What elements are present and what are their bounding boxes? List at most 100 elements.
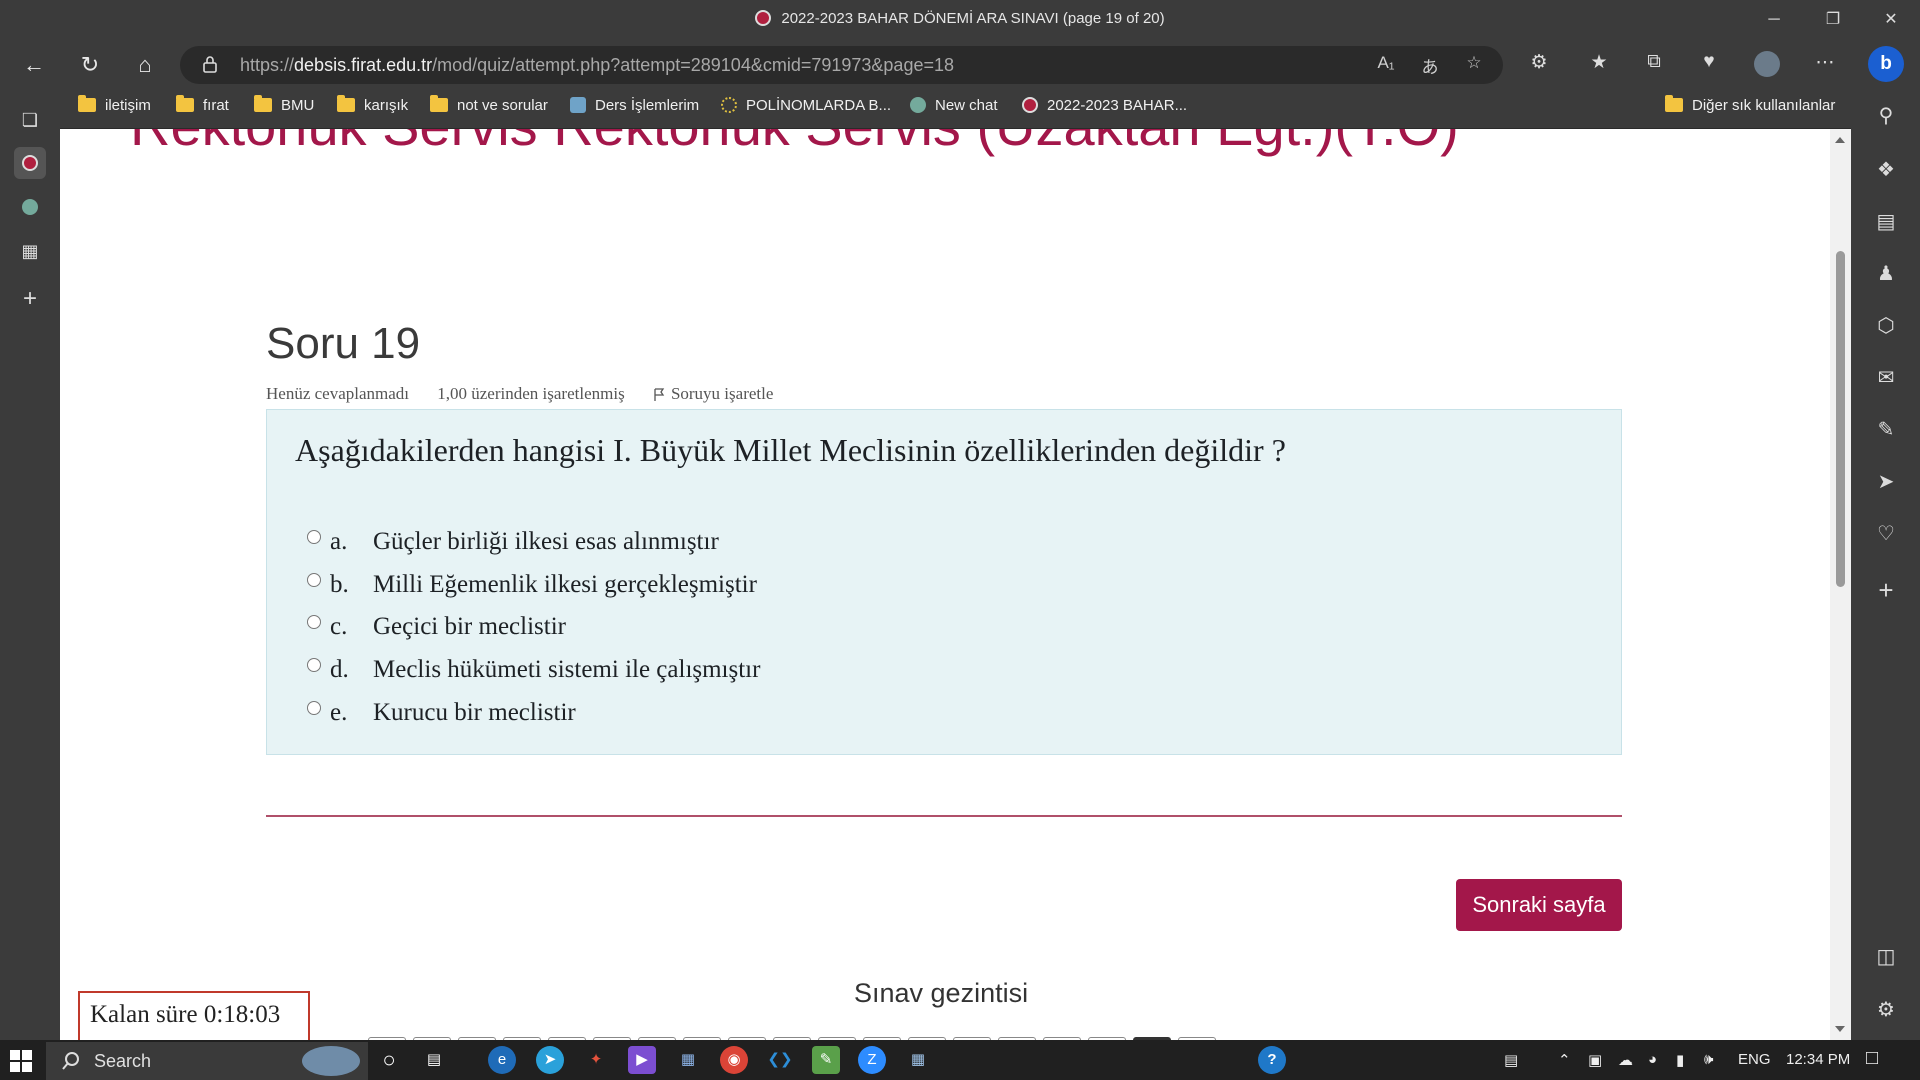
bookmark-label: not ve sorular [457,97,548,114]
notification-center-icon[interactable]: □ [1866,1047,1878,1070]
favorites-icon[interactable]: ★ [1584,51,1614,79]
tools-icon[interactable]: ▤ [1871,207,1901,237]
radio-button[interactable] [307,530,321,544]
address-bar[interactable]: https://debsis.firat.edu.tr/mod/quiz/att… [180,46,1503,84]
settings-gear-icon[interactable]: ⚙ [1871,995,1901,1025]
microsoft365-icon[interactable]: ⬡ [1871,311,1901,341]
hide-sidebar-icon[interactable]: ◫ [1871,942,1901,972]
collections-icon[interactable]: ⧉ [1639,51,1669,79]
shopping-tag-icon[interactable]: ❖ [1871,155,1901,185]
help-icon[interactable]: ? [1258,1046,1286,1074]
folder-icon [430,95,448,112]
tab-calendar-icon[interactable]: ▦ [14,235,46,267]
news-widget-icon[interactable]: ▤ [1504,1051,1518,1069]
answer-letter: e. [330,699,348,726]
zoom-icon[interactable]: Z [858,1046,886,1074]
taskbar-search-box[interactable]: Search [46,1042,368,1080]
answer-letter: d. [330,656,349,683]
tab-firat-quiz[interactable] [14,147,46,179]
answer-text: Meclis hükümeti sistemi ile çalışmıştır [373,656,761,683]
next-page-button[interactable]: Sonraki sayfa [1456,879,1622,931]
back-icon[interactable]: ← [16,48,52,82]
search-icon[interactable]: ⚲ [1871,101,1901,131]
translate-icon[interactable]: あ [1417,53,1443,77]
bookmark-label: New chat [935,97,998,114]
page-scrollbar[interactable] [1830,129,1851,1040]
language-indicator[interactable]: ENG [1738,1051,1771,1068]
show-hidden-icons-icon[interactable]: ⌃ [1558,1051,1571,1069]
maximize-button[interactable]: ❐ [1810,6,1856,34]
bookmark-label: POLİNOMLARDA B... [746,97,892,114]
url-path: /mod/quiz/attempt.php?attempt=289104&cmi… [432,55,954,75]
tab-new-chat[interactable] [14,191,46,223]
question-text: Aşağıdakilerden hangisi I. Büyük Millet … [295,432,1286,468]
bookmark-iletisim[interactable]: iletişim [78,95,151,114]
browser-essentials-icon[interactable]: ♥ [1694,51,1724,79]
bing-copilot-icon[interactable]: b [1868,46,1904,82]
clock[interactable]: 12:34 PM [1786,1051,1850,1068]
more-icon[interactable]: ⋯ [1810,51,1840,79]
games-icon[interactable]: ♟ [1871,259,1901,289]
windows-taskbar: Search ○ ▤ e ➤ ✦ ▶ ▦ ◉ ❮❯ ✎ Z ▦ ? ▤ ⌃ ▣ … [0,1040,1920,1080]
chrome-icon[interactable]: ◉ [720,1046,748,1074]
bookmark-label: 2022-2023 BAHAR... [1047,97,1188,114]
flag-question-link[interactable]: Soruyu işaretle [653,384,797,403]
task-view-icon[interactable]: ▤ [420,1046,448,1074]
send-icon[interactable]: ➤ [1871,467,1901,497]
search-label: Search [94,1051,152,1071]
bookmark-label: Ders İşlemlerim [595,97,700,114]
edge-app-icon[interactable]: e [488,1046,516,1074]
meet-now-icon[interactable]: ▣ [1588,1051,1602,1069]
refresh-icon[interactable]: ↻ [72,48,108,82]
new-tab-icon[interactable]: + [14,283,46,315]
bookmark-label: Diğer sık kullanılanlar [1692,97,1836,114]
scroll-up-icon[interactable] [1835,137,1845,143]
course-banner: Rektörlük Servis Rektörlük Servis (Uzakt… [130,129,1459,158]
divider [266,815,1622,817]
bookmark-not-ve-sorular[interactable]: not ve sorular [430,95,548,114]
home-icon[interactable]: ⌂ [127,48,163,82]
radio-button[interactable] [307,573,321,587]
answer-letter: c. [330,613,348,640]
outlook-icon[interactable]: ✉ [1871,363,1901,393]
wifi-icon[interactable]: ◕ [1648,1051,1657,1068]
scroll-down-icon[interactable] [1835,1026,1845,1032]
folder-icon [254,95,272,112]
windows-start-icon[interactable] [10,1050,32,1072]
bookmark-karisik[interactable]: karışık [337,95,408,114]
bookmark-polinomlarda[interactable]: POLİNOMLARDA B... [721,97,891,114]
bookmark-other-favorites[interactable]: Diğer sık kullanılanlar [1665,95,1836,114]
bookmark-firat[interactable]: fırat [176,95,229,114]
folder-icon [337,95,355,112]
bookmark-ders-islemlerim[interactable]: Ders İşlemlerim [570,97,699,114]
bookmark-new-chat[interactable]: New chat [910,97,998,114]
profile-avatar[interactable] [1752,51,1782,79]
notifications-icon[interactable]: ♡ [1871,519,1901,549]
telegram-icon[interactable]: ➤ [536,1046,564,1074]
cortana-icon[interactable]: ○ [375,1046,403,1074]
radio-button[interactable] [307,658,321,672]
scroll-thumb[interactable] [1836,251,1845,587]
app-icon[interactable]: ▦ [674,1046,702,1074]
extensions-icon[interactable]: ⚙ [1524,51,1554,79]
read-aloud-icon[interactable]: A₁ [1373,53,1399,77]
volume-icon[interactable]: 🕪 [1704,1051,1713,1068]
notepad-icon[interactable]: ✎ [812,1046,840,1074]
network-offline-icon[interactable]: ☁ [1618,1051,1633,1069]
vscode-icon[interactable]: ❮❯ [766,1046,794,1074]
video-editor-icon[interactable]: ▶ [628,1046,656,1074]
close-button[interactable]: ✕ [1868,6,1914,34]
add-favorite-icon[interactable]: ☆ [1461,53,1487,77]
calculator-icon[interactable]: ▦ [904,1046,932,1074]
bookmark-2022-2023-bahar[interactable]: 2022-2023 BAHAR... [1022,97,1187,114]
radio-button[interactable] [307,701,321,715]
add-sidebar-app-icon[interactable]: + [1871,575,1901,605]
minimize-button[interactable]: ─ [1751,6,1797,34]
git-app-icon[interactable]: ✦ [582,1046,610,1074]
tab-actions-icon[interactable]: ❏ [14,104,46,136]
image-editor-icon[interactable]: ✎ [1871,415,1901,445]
radio-button[interactable] [307,615,321,629]
bookmark-bmu[interactable]: BMU [254,95,314,114]
battery-icon[interactable]: ▮ [1676,1051,1684,1069]
quiz-navigation-title: Sınav gezintisi [854,978,1029,1008]
